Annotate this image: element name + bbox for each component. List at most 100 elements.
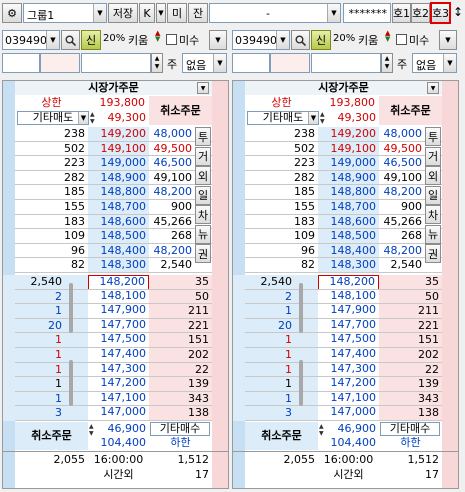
side-info-button[interactable]: 외 xyxy=(195,166,211,185)
ask-cancel-value[interactable]: 900 xyxy=(379,200,425,215)
bid-price[interactable]: 147,300 xyxy=(318,362,379,378)
password-input[interactable]: ******* xyxy=(343,3,391,23)
quantity-input[interactable] xyxy=(311,53,381,73)
chevron-down-icon[interactable]: ▼ xyxy=(209,30,227,50)
ask-cancel-value[interactable]: 48,200 xyxy=(379,244,425,259)
quantity-stepper[interactable]: ▲ ▼ xyxy=(381,53,393,73)
chevron-down-icon[interactable]: ▼ xyxy=(213,54,226,72)
ask-qty[interactable]: 502 xyxy=(245,142,318,157)
ask-cancel-value[interactable]: 268 xyxy=(149,229,195,244)
bid-qty[interactable]: 22 xyxy=(149,363,212,378)
bid-left-value[interactable]: 1 xyxy=(245,304,295,319)
ask-cancel-value[interactable]: 46,500 xyxy=(149,156,195,171)
ask-price[interactable]: 148,500 xyxy=(88,229,149,244)
current-price[interactable]: 148,200 xyxy=(88,275,149,290)
ask-price[interactable]: 148,700 xyxy=(88,200,149,215)
chevron-down-icon[interactable]: ▼ xyxy=(78,112,88,124)
quantity-stepper[interactable]: ▲ ▼ xyxy=(151,53,163,73)
ask-qty[interactable]: 238 xyxy=(245,127,318,142)
bid-qty[interactable]: 35 xyxy=(149,275,212,290)
bid-left-value[interactable]: 2 xyxy=(15,290,65,305)
ask-cancel-value[interactable]: 2,540 xyxy=(149,258,195,273)
ask-price[interactable]: 148,300 xyxy=(318,258,379,273)
ask-price[interactable]: 149,200 xyxy=(318,127,379,142)
ask-qty[interactable]: 96 xyxy=(245,244,318,259)
bid-qty[interactable]: 211 xyxy=(149,304,212,319)
ask-cancel-value[interactable]: 45,266 xyxy=(149,215,195,230)
bid-qty[interactable]: 50 xyxy=(149,290,212,305)
chevron-down-icon[interactable]: ▼ xyxy=(327,4,340,22)
bid-price[interactable]: 147,900 xyxy=(318,304,379,319)
ho1-button[interactable]: 호1 xyxy=(392,3,411,23)
side-info-button[interactable]: 투 xyxy=(425,127,441,146)
ask-cancel-value[interactable]: 268 xyxy=(379,229,425,244)
ask-cancel-value[interactable]: 48,000 xyxy=(149,127,195,142)
chevron-down-icon[interactable]: ▼ xyxy=(439,30,457,50)
ask-price[interactable]: 148,600 xyxy=(318,214,379,230)
price-field[interactable] xyxy=(270,53,310,73)
side-info-button[interactable]: 권 xyxy=(425,244,441,263)
save-button[interactable]: 저장 xyxy=(108,3,138,23)
bid-qty[interactable]: 35 xyxy=(379,275,442,290)
ask-qty[interactable]: 223 xyxy=(245,156,318,171)
other-sell-stepper[interactable]: ▲ ▼ xyxy=(90,111,99,125)
side-info-button[interactable]: 차 xyxy=(195,205,211,224)
account-field[interactable] xyxy=(2,53,40,73)
ask-price[interactable]: 149,100 xyxy=(88,141,149,157)
ask-price[interactable]: 149,100 xyxy=(318,141,379,157)
ask-price[interactable]: 148,300 xyxy=(88,258,149,273)
ask-price[interactable]: 148,800 xyxy=(318,185,379,200)
ask-price[interactable]: 148,900 xyxy=(318,170,379,186)
bottom-cancel-order-label[interactable]: 취소주문 xyxy=(15,422,88,450)
condition-select[interactable]: 없음 ▼ xyxy=(412,53,457,73)
jan-button[interactable]: 잔 xyxy=(188,3,208,23)
side-info-button[interactable]: 권 xyxy=(195,244,211,263)
side-info-button[interactable]: 외 xyxy=(425,166,441,185)
bid-price[interactable]: 147,500 xyxy=(88,333,149,348)
bid-price[interactable]: 148,100 xyxy=(88,289,149,305)
bottom-cancel-order-label[interactable]: 취소주문 xyxy=(245,422,318,450)
cancel-order-label[interactable]: 취소주문 xyxy=(149,96,212,125)
bid-left-value[interactable]: 1 xyxy=(15,363,65,378)
ask-qty[interactable]: 183 xyxy=(15,215,88,230)
bid-left-value[interactable]: 1 xyxy=(245,348,295,363)
bid-qty[interactable]: 202 xyxy=(149,348,212,363)
bid-price[interactable]: 147,700 xyxy=(318,318,379,334)
chevron-down-icon[interactable]: ▼ xyxy=(46,31,59,49)
bid-price[interactable]: 147,700 xyxy=(88,318,149,334)
bid-price[interactable]: 147,500 xyxy=(318,333,379,348)
bid-left-value[interactable]: 1 xyxy=(15,348,65,363)
ask-cancel-value[interactable]: 49,100 xyxy=(379,171,425,186)
bid-qty[interactable]: 139 xyxy=(149,377,212,392)
bid-qty[interactable]: 151 xyxy=(379,333,442,348)
side-info-button[interactable]: 일 xyxy=(195,185,211,205)
mi-button[interactable]: 미 xyxy=(167,3,187,23)
ask-cancel-value[interactable]: 48,200 xyxy=(149,185,195,200)
side-info-button[interactable]: 거 xyxy=(195,146,211,166)
chevron-down-icon[interactable]: ▼ xyxy=(443,54,456,72)
ask-price[interactable]: 149,000 xyxy=(318,156,379,171)
ask-price[interactable]: 148,600 xyxy=(88,214,149,230)
ask-cancel-value[interactable]: 45,266 xyxy=(379,215,425,230)
broker-updown-icon[interactable]: ▲ ▼ xyxy=(155,30,164,48)
bid-price[interactable]: 147,200 xyxy=(318,377,379,392)
stock-code-input[interactable]: 039490 ▼ xyxy=(2,30,60,50)
chevron-down-icon[interactable]: ▼ xyxy=(197,82,209,94)
ask-qty[interactable]: 238 xyxy=(15,127,88,142)
other-sell-stepper[interactable]: ▲ ▼ xyxy=(320,111,329,125)
side-info-button[interactable]: 뉴 xyxy=(195,224,211,244)
ask-qty[interactable]: 109 xyxy=(245,229,318,244)
bid-left-value[interactable]: 3 xyxy=(245,406,295,421)
bid-scroll-thumb[interactable] xyxy=(299,283,303,333)
stock-code-input[interactable]: 039490 ▼ xyxy=(232,30,290,50)
quantity-input[interactable] xyxy=(81,53,151,73)
ask-price[interactable]: 149,000 xyxy=(88,156,149,171)
bid-price[interactable]: 147,000 xyxy=(318,406,379,421)
bottom-sum-stepper[interactable]: ▲ ▼ xyxy=(89,423,98,437)
ask-cancel-value[interactable]: 46,500 xyxy=(379,156,425,171)
bid-scroll-thumb[interactable] xyxy=(69,283,73,333)
ho3-button[interactable]: 호3 xyxy=(430,2,451,24)
bid-qty[interactable]: 221 xyxy=(379,319,442,334)
bid-qty[interactable]: 139 xyxy=(379,377,442,392)
bid-scroll-thumb[interactable] xyxy=(299,360,303,406)
